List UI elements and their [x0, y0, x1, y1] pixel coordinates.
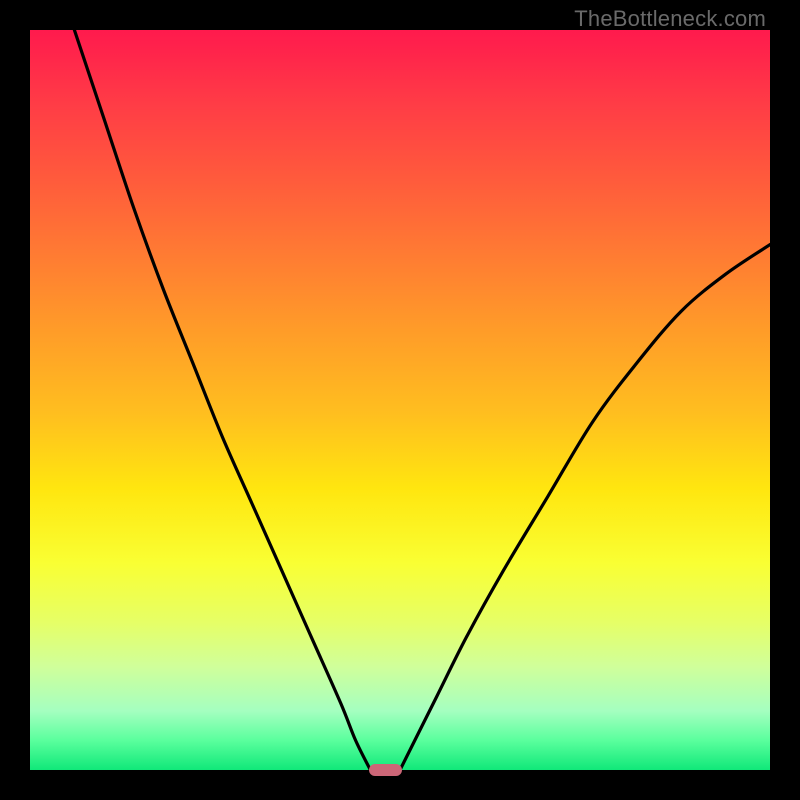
chart-frame: TheBottleneck.com: [0, 0, 800, 800]
curve-layer: [30, 30, 770, 770]
curve-right: [400, 245, 770, 770]
bottleneck-marker: [369, 764, 402, 775]
curve-left: [74, 30, 370, 770]
watermark-text: TheBottleneck.com: [574, 6, 766, 32]
